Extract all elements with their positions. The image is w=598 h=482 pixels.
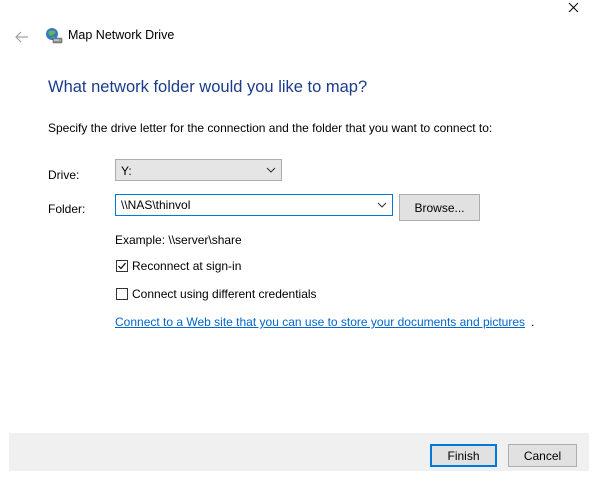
finish-button[interactable]: Finish <box>430 444 497 467</box>
reconnect-label[interactable]: Reconnect at sign-in <box>132 259 241 273</box>
folder-input[interactable]: \\NAS\thinvol <box>115 194 393 216</box>
instruction-text: Specify the drive letter for the connect… <box>48 121 493 135</box>
back-arrow-icon <box>15 31 28 43</box>
drive-label: Drive: <box>48 168 80 182</box>
map-network-drive-dialog: Map Network Drive What network folder wo… <box>0 0 598 482</box>
different-credentials-checkbox[interactable] <box>116 288 128 300</box>
cancel-button[interactable]: Cancel <box>508 444 577 467</box>
back-button[interactable] <box>13 28 31 46</box>
different-credentials-label[interactable]: Connect using different credentials <box>132 287 317 301</box>
example-text: Example: \\server\share <box>115 233 242 247</box>
drive-select[interactable]: Y: <box>115 159 282 181</box>
network-drive-icon <box>45 27 63 45</box>
close-icon <box>568 2 578 12</box>
folder-value: \\NAS\thinvol <box>121 198 191 212</box>
drive-value: Y: <box>121 164 132 178</box>
chevron-down-icon[interactable] <box>377 201 387 209</box>
dialog-footer <box>9 433 589 471</box>
folder-label: Folder: <box>48 202 86 216</box>
chevron-down-icon <box>266 167 276 173</box>
window-title: Map Network Drive <box>68 28 175 42</box>
close-button[interactable] <box>558 0 588 14</box>
reconnect-checkbox[interactable] <box>116 260 128 272</box>
browse-button[interactable]: Browse... <box>399 194 480 221</box>
checkmark-icon <box>118 262 126 270</box>
page-heading: What network folder would you like to ma… <box>48 78 368 96</box>
link-suffix: . <box>531 315 535 329</box>
web-site-link[interactable]: Connect to a Web site that you can use t… <box>115 315 525 329</box>
